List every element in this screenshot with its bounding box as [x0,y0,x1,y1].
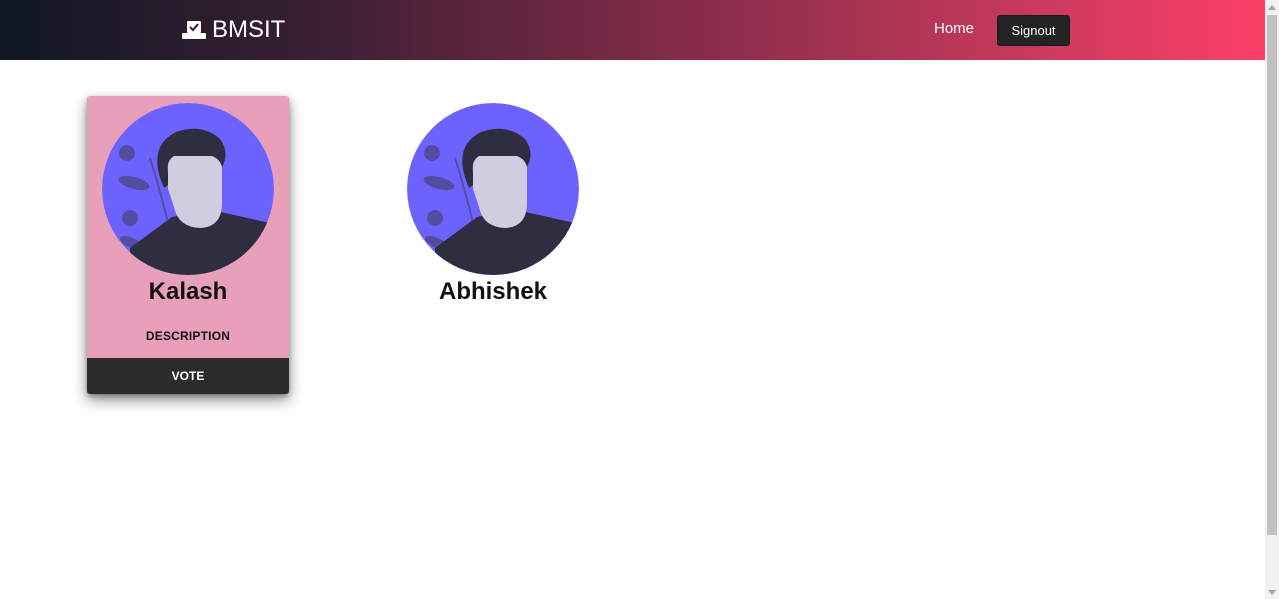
navbar: BMSIT Home Signout [0,0,1265,60]
scroll-up-arrow-icon[interactable] [1265,0,1279,14]
scrollbar-thumb[interactable] [1267,15,1277,535]
candidate-name: Kalash [148,278,228,305]
candidate-name: Abhishek [438,278,548,305]
candidate-card[interactable]: Abhishek [392,96,594,394]
brand-link[interactable]: BMSIT [181,13,285,47]
scroll-down-arrow-icon[interactable] [1265,585,1279,599]
description-link[interactable]: DESCRIPTION [87,328,289,344]
brand-label: BMSIT [212,16,286,43]
user-avatar-icon [407,103,579,275]
ballot-box-check-icon [181,19,207,41]
vertical-scrollbar[interactable] [1265,0,1279,599]
candidate-card[interactable]: Kalash DESCRIPTION VOTE [87,96,289,394]
nav-home-link[interactable]: Home [934,19,974,39]
user-avatar-icon [102,103,274,275]
page: BMSIT Home Signout Kalash DESCRIPTION VO… [0,0,1279,599]
vote-button[interactable]: VOTE [87,358,289,394]
signout-button[interactable]: Signout [997,15,1070,46]
